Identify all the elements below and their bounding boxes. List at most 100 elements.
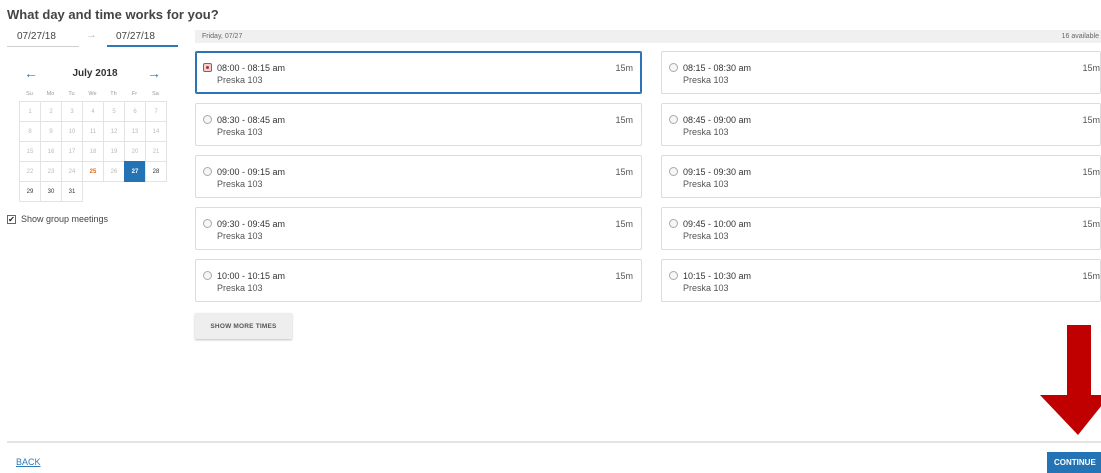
time-slot[interactable]: 08:15 - 08:30 am Preska 103 15m	[661, 51, 1101, 94]
slot-room: Preska 103	[217, 75, 263, 85]
group-meetings-toggle[interactable]: ✔ Show group meetings	[7, 214, 108, 224]
radio-selected-icon[interactable]	[203, 63, 212, 72]
calendar-day: 22	[19, 161, 41, 182]
radio-icon[interactable]	[669, 115, 678, 124]
slot-time: 09:15 - 09:30 am	[683, 167, 752, 177]
time-slot[interactable]: 09:30 - 09:45 am Preska 103 15m	[195, 207, 642, 250]
time-slot[interactable]: 09:15 - 09:30 am Preska 103 15m	[661, 155, 1101, 198]
calendar-day: 19	[103, 141, 125, 162]
calendar-day: 9	[40, 121, 62, 142]
arrow-head	[1040, 395, 1101, 435]
slot-time: 10:00 - 10:15 am	[217, 271, 286, 281]
calendar-grid: 1 2 3 4 5 6 7 8 9 10 11 12 13 14 15 16 17 18 19 20 21 22 23 24 2…	[19, 101, 169, 202]
radio-icon[interactable]	[203, 115, 212, 124]
slot-time: 09:30 - 09:45 am	[217, 219, 286, 229]
slot-duration: 15m	[1082, 167, 1100, 177]
slot-duration: 15m	[1082, 63, 1100, 73]
calendar-day: 7	[145, 101, 167, 122]
show-more-times-button[interactable]: SHOW MORE TIMES	[195, 313, 292, 339]
time-slot[interactable]: 08:00 - 08:15 am Preska 103 15m	[195, 51, 642, 94]
calendar-day: 12	[103, 121, 125, 142]
calendar-weekday: We	[88, 91, 97, 97]
continue-button[interactable]: CONTINUE	[1047, 452, 1101, 473]
page-question: What day and time works for you?	[7, 7, 219, 22]
slot-time: 08:45 - 09:00 am	[683, 115, 752, 125]
calendar-day: 26	[103, 161, 125, 182]
calendar-day: 10	[61, 121, 83, 142]
slot-room: Preska 103	[217, 179, 263, 189]
calendar-weekday: Th	[110, 91, 117, 97]
calendar-day[interactable]: 28	[145, 161, 167, 182]
slot-time: 08:30 - 08:45 am	[217, 115, 286, 125]
calendar-day: 21	[145, 141, 167, 162]
slot-room: Preska 103	[683, 231, 729, 241]
calendar-day: 23	[40, 161, 62, 182]
slot-duration: 15m	[615, 115, 633, 125]
checkbox-checked-icon[interactable]: ✔	[7, 214, 16, 224]
slot-room: Preska 103	[217, 283, 263, 293]
calendar-day: 14	[145, 121, 167, 142]
time-slot[interactable]: 10:15 - 10:30 am Preska 103 15m	[661, 259, 1101, 302]
radio-icon[interactable]	[203, 167, 212, 176]
slot-duration: 15m	[615, 271, 633, 281]
slot-duration: 15m	[1082, 115, 1100, 125]
calendar-day[interactable]: 29	[19, 181, 41, 202]
calendar-weekday: Sa	[152, 91, 159, 97]
time-slot[interactable]: 09:45 - 10:00 am Preska 103 15m	[661, 207, 1101, 250]
slot-duration: 15m	[615, 63, 633, 73]
slot-time: 08:00 - 08:15 am	[217, 63, 286, 73]
slot-time: 09:45 - 10:00 am	[683, 219, 752, 229]
date-range-start[interactable]: 07/27/18	[7, 28, 79, 47]
radio-icon[interactable]	[669, 219, 678, 228]
calendar-day[interactable]: 30	[40, 181, 62, 202]
calendar-day: 24	[61, 161, 83, 182]
radio-icon[interactable]	[669, 63, 678, 72]
slot-room: Preska 103	[683, 127, 729, 137]
calendar-next-icon[interactable]: →	[147, 66, 161, 80]
time-slot[interactable]: 09:00 - 09:15 am Preska 103 15m	[195, 155, 642, 198]
radio-icon[interactable]	[669, 271, 678, 280]
calendar-prev-icon[interactable]: ←	[24, 66, 38, 80]
slot-room: Preska 103	[217, 127, 263, 137]
back-link[interactable]: BACK	[16, 457, 41, 467]
time-slot[interactable]: 08:45 - 09:00 am Preska 103 15m	[661, 103, 1101, 146]
date-range-end[interactable]: 07/27/18	[107, 28, 178, 47]
time-slot[interactable]: 08:30 - 08:45 am Preska 103 15m	[195, 103, 642, 146]
time-slot[interactable]: 10:00 - 10:15 am Preska 103 15m	[195, 259, 642, 302]
calendar-day: 5	[103, 101, 125, 122]
slot-room: Preska 103	[217, 231, 263, 241]
calendar-day: 6	[124, 101, 146, 122]
calendar-day[interactable]: 31	[61, 181, 83, 202]
calendar-day: 3	[61, 101, 83, 122]
calendar-day: 17	[61, 141, 83, 162]
slot-duration: 15m	[615, 219, 633, 229]
calendar-weekday: Su	[26, 91, 33, 97]
calendar-day: 25	[82, 161, 104, 182]
radio-icon[interactable]	[203, 219, 212, 228]
slot-room: Preska 103	[683, 179, 729, 189]
slots-date: Friday, 07/27	[202, 33, 243, 40]
calendar-day: 20	[124, 141, 146, 162]
calendar-day: 8	[19, 121, 41, 142]
slots-available-count: 16 available	[1061, 33, 1099, 40]
group-meetings-label: Show group meetings	[21, 214, 109, 224]
slot-time: 10:15 - 10:30 am	[683, 271, 752, 281]
calendar-day: 16	[40, 141, 62, 162]
calendar-day: 2	[40, 101, 62, 122]
arrow-shaft	[1067, 325, 1091, 395]
slot-room: Preska 103	[683, 75, 729, 85]
calendar-weekday: Tu	[68, 91, 75, 97]
radio-icon[interactable]	[203, 271, 212, 280]
calendar-weekdays: Su Mo Tu We Th Fr Sa	[19, 91, 166, 97]
slot-time: 09:00 - 09:15 am	[217, 167, 286, 177]
calendar-day: 18	[82, 141, 104, 162]
calendar-day: 13	[124, 121, 146, 142]
radio-icon[interactable]	[669, 167, 678, 176]
calendar-day: 15	[19, 141, 41, 162]
slot-time: 08:15 - 08:30 am	[683, 63, 752, 73]
slots-header: Friday, 07/27 16 available	[195, 30, 1101, 43]
calendar-weekday: Fr	[131, 91, 138, 97]
calendar-day-selected[interactable]: 27	[124, 161, 146, 182]
calendar-day: 1	[19, 101, 41, 122]
calendar-day: 11	[82, 121, 104, 142]
